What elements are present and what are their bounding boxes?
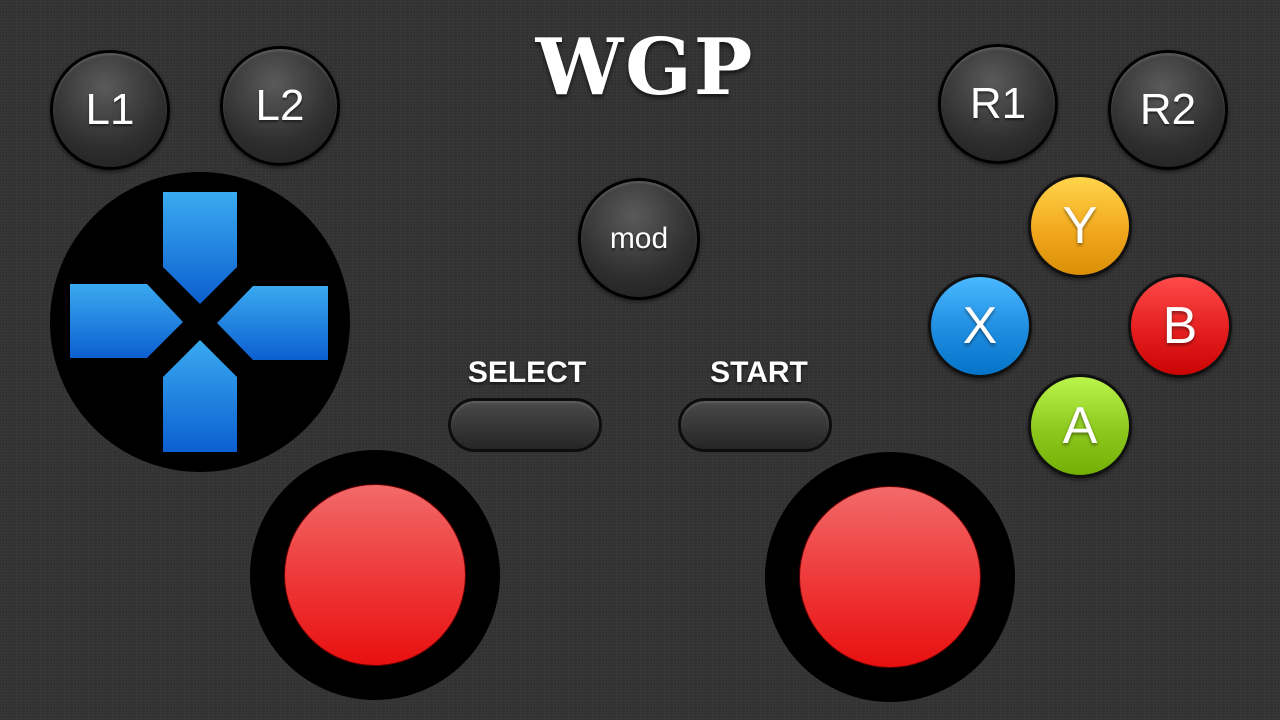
a-label: A — [1062, 397, 1098, 455]
b-button[interactable]: B — [1128, 274, 1232, 378]
start-label: START — [710, 356, 808, 389]
r1-button[interactable]: R1 — [938, 44, 1058, 164]
start-button[interactable] — [678, 398, 832, 452]
dpad-down-button[interactable] — [163, 340, 237, 452]
x-label: X — [962, 297, 998, 355]
l1-label: L1 — [85, 85, 135, 134]
y-button[interactable]: Y — [1028, 174, 1132, 278]
app-title: WGP — [535, 22, 755, 113]
r1-label: R1 — [969, 79, 1027, 128]
dpad-left-button[interactable] — [70, 284, 183, 358]
l2-label: L2 — [255, 81, 305, 130]
select-button[interactable] — [448, 398, 602, 452]
mod-button[interactable]: mod — [578, 178, 700, 300]
l2-button[interactable]: L2 — [220, 46, 340, 166]
l1-button[interactable]: L1 — [50, 50, 170, 170]
r2-button[interactable]: R2 — [1108, 50, 1228, 170]
y-label: Y — [1062, 197, 1098, 255]
b-label: B — [1162, 297, 1198, 355]
dpad-right-button[interactable] — [217, 286, 328, 360]
left-stick[interactable] — [284, 484, 466, 666]
right-stick[interactable] — [799, 486, 981, 668]
r2-label: R2 — [1139, 85, 1197, 134]
a-button[interactable]: A — [1028, 374, 1132, 478]
select-label: SELECT — [467, 356, 587, 389]
mod-label: mod — [609, 222, 669, 255]
dpad — [70, 192, 328, 452]
x-button[interactable]: X — [928, 274, 1032, 378]
dpad-up-button[interactable] — [163, 192, 237, 304]
